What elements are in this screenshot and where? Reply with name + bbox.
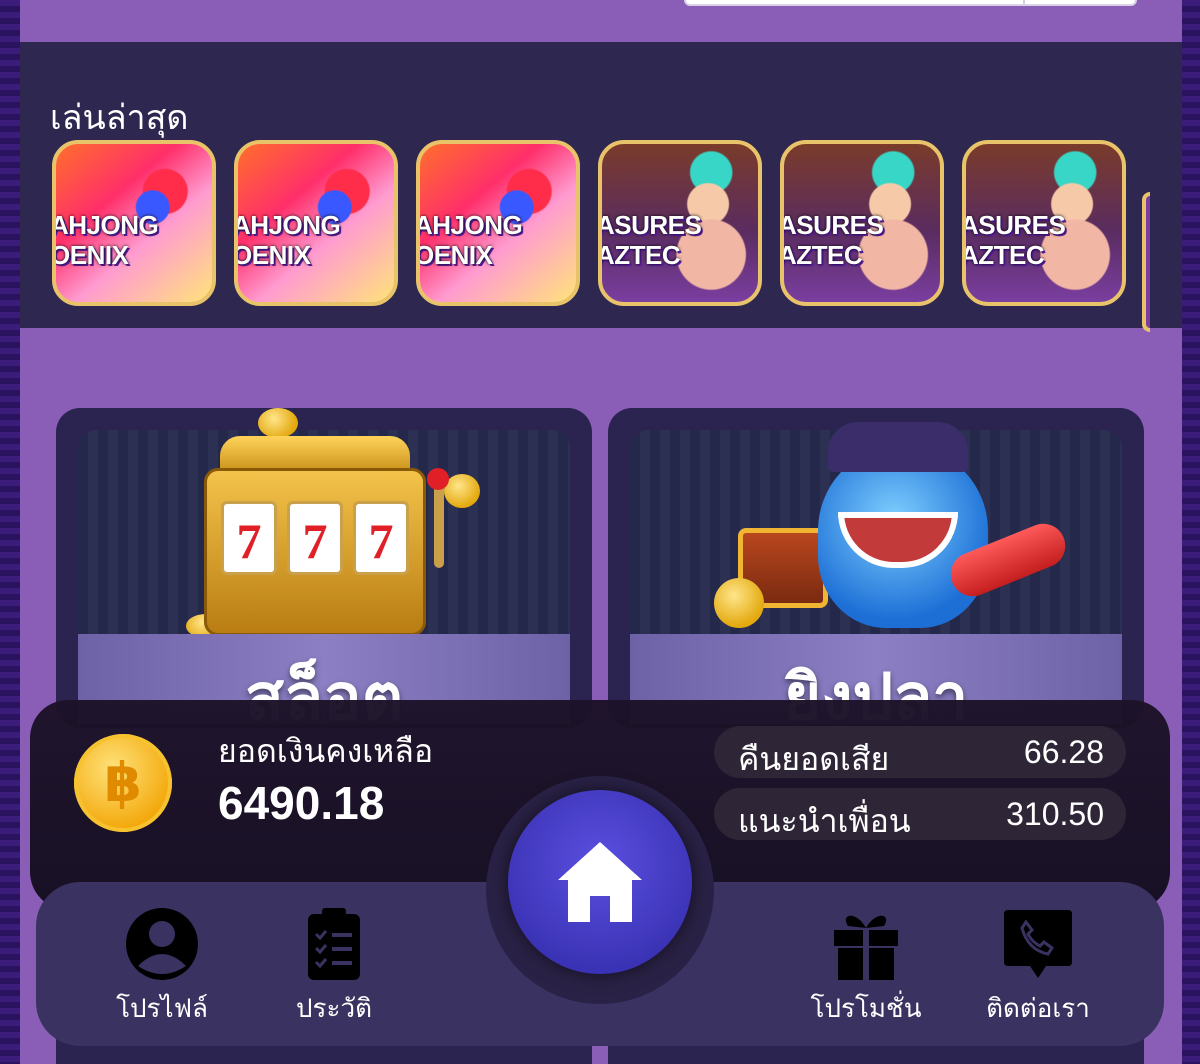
user-icon [126, 908, 198, 980]
slot-reel: 7 [221, 501, 277, 575]
phone-chat-icon [1004, 910, 1072, 978]
category-card-slot[interactable]: 7 7 7 สล็อต [56, 408, 592, 733]
coin-icon [714, 578, 764, 628]
game-thumb-6[interactable]: ASURES AZTEC [962, 140, 1126, 306]
slot-lever [434, 478, 444, 568]
referral-label: แนะนำเพื่อน [738, 803, 911, 839]
game-thumb-1[interactable]: AHJONG OENIX [52, 140, 216, 306]
right-decor-strip [1180, 0, 1200, 1064]
home-icon [558, 842, 642, 922]
game-thumb-label: ASURES AZTEC [598, 210, 702, 270]
game-thumb-partial[interactable] [1142, 192, 1150, 332]
slot-lever-knob [427, 468, 449, 490]
coin-icon [444, 474, 480, 508]
game-thumb-4[interactable]: ASURES AZTEC [598, 140, 762, 306]
nav-profile[interactable]: โปรไฟล์ [82, 904, 242, 1029]
left-decor-strip [0, 0, 20, 1064]
bitcoin-coin-icon: ฿ [74, 734, 172, 832]
cashback-value: 66.28 [1023, 734, 1104, 770]
nav-history[interactable]: ประวัติ [254, 904, 414, 1029]
search-input[interactable] [684, 0, 1137, 6]
recently-played-title: เล่นล่าสุด [50, 99, 189, 137]
slot-reel: 7 [353, 501, 409, 575]
recently-played-section: เล่นล่าสุด AHJONG OENIX AHJONG OENIX AHJ… [20, 42, 1182, 332]
game-thumb-label: AHJONG OENIX [52, 210, 159, 270]
slot-body: 7 7 7 [204, 468, 426, 636]
game-thumb-label: AHJONG OENIX [234, 210, 341, 270]
game-thumb-5[interactable]: ASURES AZTEC [780, 140, 944, 306]
game-thumb-label: ASURES AZTEC [780, 210, 884, 270]
referral-pill[interactable]: แนะนำเพื่อน 310.50 [714, 788, 1126, 840]
home-button[interactable] [508, 790, 692, 974]
balance-label: ยอดเงินคงเหลือ [218, 733, 434, 769]
slot-machine-illustration: 7 7 7 [186, 408, 480, 638]
category-card-fishing[interactable]: ยิงปลา [608, 408, 1144, 733]
game-thumb-2[interactable]: AHJONG OENIX [234, 140, 398, 306]
nav-promotion[interactable]: โปรโมชั่น [786, 904, 946, 1029]
game-thumb-3[interactable]: AHJONG OENIX [416, 140, 580, 306]
shark-illustration [708, 408, 1072, 638]
cashback-label: คืนยอดเสีย [738, 741, 890, 777]
balance-value: 6490.18 [218, 777, 385, 829]
nav-promotion-label: โปรโมชั่น [810, 993, 922, 1023]
nav-contact[interactable]: ติดต่อเรา [958, 904, 1118, 1029]
nav-history-label: ประวัติ [296, 993, 372, 1023]
game-thumb-label: AHJONG OENIX [416, 210, 523, 270]
referral-value: 310.50 [1006, 796, 1104, 832]
pirate-hat-icon [828, 422, 968, 472]
nav-profile-label: โปรไฟล์ [116, 993, 208, 1023]
gift-icon [834, 915, 898, 980]
nav-contact-label: ติดต่อเรา [986, 993, 1090, 1023]
slot-reel: 7 [287, 501, 343, 575]
clipboard-icon [308, 908, 360, 980]
game-thumb-label: ASURES AZTEC [962, 210, 1066, 270]
cashback-pill[interactable]: คืนยอดเสีย 66.28 [714, 726, 1126, 778]
coin-icon [258, 408, 298, 438]
